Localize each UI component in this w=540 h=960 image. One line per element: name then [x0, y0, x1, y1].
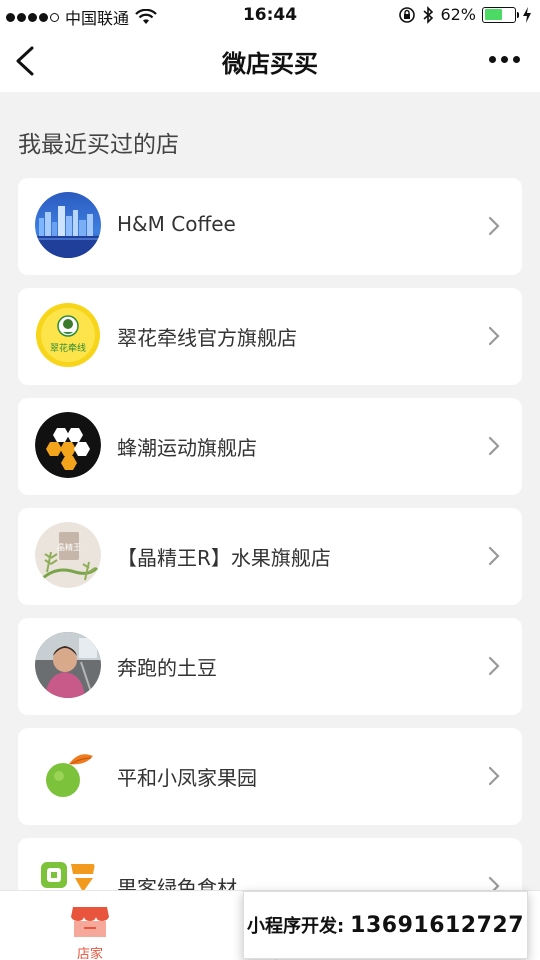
back-arrow-icon[interactable]	[12, 44, 42, 78]
charging-bolt-icon	[523, 6, 531, 23]
tab-stores[interactable]: 店家	[0, 891, 180, 960]
chevron-right-icon	[488, 326, 500, 346]
chevron-right-icon	[488, 766, 500, 786]
contact-banner: 小程序开发: 13691612727	[243, 891, 528, 959]
store-name: 平和小凤家果园	[117, 766, 257, 790]
store-card[interactable]: 晶精王 【晶精王R】水果旗舰店	[18, 508, 522, 605]
cuihua-logo-text: 翠花牵线	[50, 342, 86, 354]
store-card[interactable]: 奔跑的土豆	[18, 618, 522, 715]
battery-percent: 62%	[440, 5, 476, 24]
store-name: 【晶精王R】水果旗舰店	[117, 546, 331, 570]
cuihua-logo: 翠花牵线	[35, 302, 101, 368]
chevron-right-icon	[488, 216, 500, 236]
section-title: 我最近买过的店	[18, 132, 179, 158]
banner-phone-number: 13691612727	[350, 912, 525, 938]
store-name: 奔跑的土豆	[117, 656, 217, 680]
store-card[interactable]: 翠花牵线 翠花牵线官方旗舰店	[18, 288, 522, 385]
jingjingwang-logo-text: 晶精王	[57, 542, 81, 552]
chevron-right-icon	[488, 546, 500, 566]
status-bar: 中国联通 16:44 62%	[0, 0, 540, 30]
banner-label: 小程序开发:	[246, 916, 345, 937]
battery-icon	[482, 6, 519, 23]
store-card[interactable]: H&M Coffee	[18, 178, 522, 275]
status-right: 62%	[398, 5, 532, 24]
orientation-lock-icon	[399, 6, 416, 23]
more-options-icon[interactable]	[489, 56, 520, 63]
green-fruit-logo	[35, 742, 101, 808]
store-card[interactable]: 平和小凤家果园	[18, 728, 522, 825]
storefront-icon	[71, 907, 109, 937]
store-name: 翠花牵线官方旗舰店	[117, 326, 297, 350]
store-name: H&M Coffee	[117, 212, 236, 236]
honeycomb-logo	[35, 412, 101, 478]
person-photo-avatar	[35, 632, 101, 698]
store-card[interactable]: 蜂潮运动旗舰店	[18, 398, 522, 495]
store-list: H&M Coffee 翠花牵线 翠花牵线官方旗舰店 蜂潮运动旗舰店 晶精王 【晶…	[18, 178, 522, 948]
chevron-right-icon	[488, 436, 500, 456]
city-skyline-logo	[35, 192, 101, 258]
nav-bar: 微店买买	[0, 30, 540, 92]
battery-fill	[484, 9, 503, 20]
jingjingwang-logo: 晶精王	[35, 522, 101, 588]
tab-label: 店家	[76, 947, 103, 960]
chevron-right-icon	[488, 656, 500, 676]
page-title: 微店买买	[222, 50, 318, 78]
store-name: 蜂潮运动旗舰店	[117, 436, 257, 460]
bluetooth-icon	[423, 5, 434, 24]
